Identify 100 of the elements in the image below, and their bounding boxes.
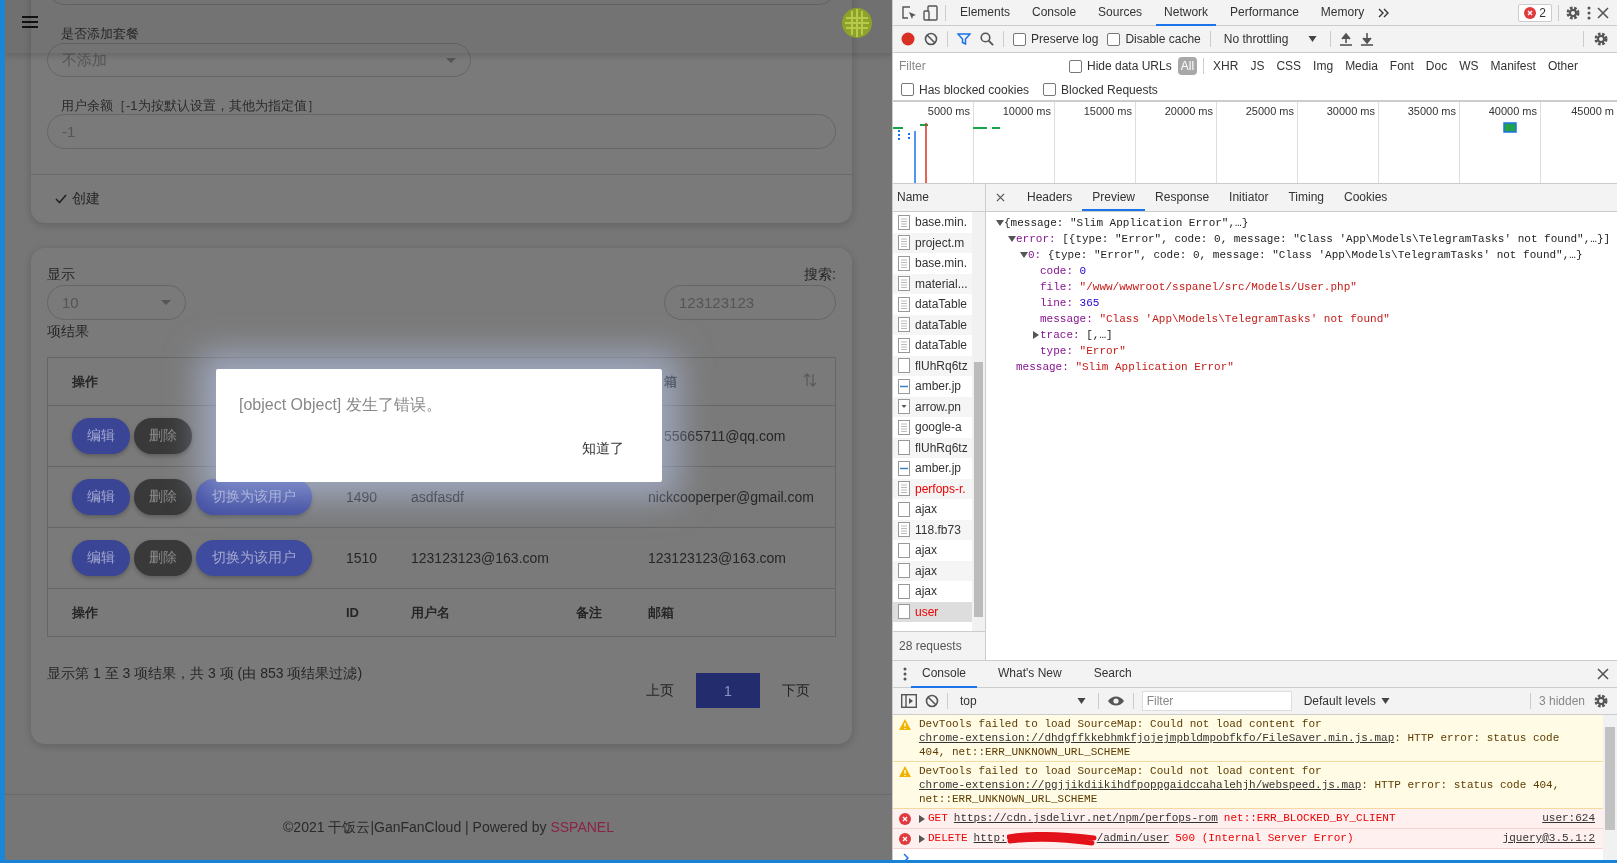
page-button[interactable]: 下页 [766, 673, 826, 708]
drawer-tab[interactable]: What's New [987, 660, 1073, 688]
page-button[interactable]: 1 [696, 673, 760, 708]
column-header[interactable]: 用户名 [387, 603, 552, 622]
column-header[interactable]: 操作 [48, 603, 322, 622]
expand-arrow-icon[interactable] [919, 815, 925, 823]
scrollbar[interactable] [1603, 715, 1617, 860]
source-link[interactable]: jquery@3.5.1:2 [1502, 831, 1595, 846]
edit-button[interactable]: 编辑 [72, 479, 130, 515]
toggle-arrow-icon[interactable] [1032, 331, 1040, 339]
checkbox[interactable] [1013, 32, 1026, 46]
request-row[interactable]: perfops-r. [893, 478, 972, 499]
console-link[interactable]: http: [973, 831, 1007, 846]
request-row[interactable]: base.min. [893, 253, 972, 274]
request-row[interactable]: material... [893, 273, 972, 294]
type-filter[interactable]: XHR [1210, 57, 1242, 75]
devtools-tab[interactable]: Console [1024, 0, 1085, 26]
menu-icon[interactable] [22, 16, 38, 28]
column-header[interactable]: Name [893, 184, 985, 212]
source-link[interactable]: user:624 [1542, 811, 1595, 826]
column-header[interactable]: 邮箱 [624, 603, 835, 622]
create-button[interactable]: 创建 [55, 190, 100, 208]
checkbox[interactable] [901, 83, 914, 96]
more-options-icon[interactable] [903, 667, 907, 681]
type-filter[interactable]: Font [1386, 57, 1417, 75]
device-icon[interactable] [923, 4, 939, 21]
close-icon[interactable] [996, 193, 1005, 202]
request-row[interactable]: dataTable [893, 294, 972, 315]
toggle-arrow-icon[interactable] [996, 219, 1004, 227]
column-header[interactable]: ID [322, 605, 387, 620]
type-filter[interactable]: WS [1456, 57, 1482, 75]
console-link[interactable]: /admin/user [1096, 831, 1170, 846]
console-link[interactable]: https://cdn.jsdelivr.net/npm/perfops-rom [953, 811, 1218, 826]
close-icon[interactable] [1597, 6, 1609, 19]
request-row[interactable]: amber.jp [893, 458, 972, 479]
type-filter[interactable]: Media [1342, 57, 1381, 75]
ok-button[interactable]: 知道了 [582, 440, 624, 458]
sidebar-icon[interactable] [901, 694, 917, 708]
detail-tab[interactable]: Initiator [1219, 184, 1279, 211]
devtools-tab[interactable]: Performance [1222, 0, 1307, 26]
prompt-icon[interactable] [903, 853, 909, 860]
console-link[interactable]: chrome-extension://pgjjikdiikihdfpoppgaidccahalehjh/webspeed.js.map [919, 779, 1362, 791]
request-row[interactable]: ajax [893, 499, 972, 520]
edit-button[interactable]: 编辑 [72, 540, 130, 576]
checkbox[interactable] [1043, 83, 1057, 96]
request-row[interactable]: project.m [893, 232, 972, 253]
download-icon[interactable] [1361, 32, 1374, 46]
type-filter[interactable]: Doc [1422, 57, 1451, 75]
request-row[interactable]: base.min. [893, 212, 972, 233]
search-icon[interactable] [980, 32, 994, 46]
clear-icon[interactable] [924, 32, 938, 46]
request-row[interactable]: 118.fb73 [893, 519, 972, 540]
toggle-arrow-icon[interactable] [1020, 251, 1028, 259]
throttling-select[interactable]: No throttling [1219, 32, 1322, 46]
type-filter[interactable]: Img [1310, 57, 1337, 75]
expand-arrow-icon[interactable] [919, 835, 925, 843]
request-row[interactable]: google-a [893, 417, 972, 438]
console-link[interactable]: chrome-extension://dhdgffkkebhmkfjojejmpbldmpobfkfo/FileSaver.min.js.map [919, 732, 1395, 744]
checkbox[interactable] [1107, 32, 1121, 46]
edit-button[interactable]: 编辑 [72, 418, 130, 454]
request-row[interactable]: ajax [893, 540, 972, 561]
request-row[interactable]: amber.jp [893, 376, 972, 397]
request-row[interactable]: ajax [893, 581, 972, 602]
type-filter[interactable]: JS [1247, 57, 1268, 75]
type-filter[interactable]: Manifest [1487, 57, 1539, 75]
devtools-tab[interactable]: Sources [1090, 0, 1151, 26]
devtools-tab[interactable]: Elements [952, 0, 1019, 26]
type-filter[interactable]: Other [1544, 57, 1581, 75]
filter-icon[interactable] [957, 33, 971, 45]
request-row[interactable]: arrow.pn [893, 396, 972, 417]
close-icon[interactable] [1597, 668, 1609, 680]
toggle-arrow-icon[interactable] [1008, 235, 1016, 243]
request-row[interactable]: dataTable [893, 335, 972, 356]
request-row[interactable]: flUhRq6tz [893, 355, 972, 376]
filter-field[interactable]: Filter [1141, 691, 1292, 711]
record-icon[interactable] [901, 32, 915, 46]
column-header[interactable]: 备注 [552, 603, 624, 622]
settings-icon[interactable] [1565, 4, 1581, 21]
settings-icon[interactable] [1593, 693, 1609, 709]
request-row[interactable]: flUhRq6tz [893, 437, 972, 458]
page-button[interactable]: 上页 [630, 673, 690, 708]
drawer-tab[interactable]: Search [1082, 660, 1143, 688]
more-options-icon[interactable] [1587, 5, 1591, 20]
detail-tab[interactable]: Cookies [1334, 184, 1398, 211]
more-tabs-icon[interactable] [1378, 7, 1391, 18]
settings-icon[interactable] [1593, 31, 1609, 47]
detail-tab[interactable]: Response [1145, 184, 1220, 211]
checkbox[interactable] [1069, 59, 1082, 73]
context-select[interactable]: top [956, 694, 1090, 708]
request-row[interactable]: ajax [893, 560, 972, 581]
type-filter[interactable]: CSS [1273, 57, 1305, 75]
scrollbar[interactable] [972, 212, 985, 631]
request-row[interactable]: dataTable [893, 314, 972, 335]
devtools-tab[interactable]: Memory [1312, 0, 1373, 26]
levels-select[interactable]: Default levels [1299, 694, 1394, 708]
upload-icon[interactable] [1340, 32, 1353, 46]
detail-tab[interactable]: Timing [1278, 184, 1334, 211]
clear-icon[interactable] [925, 694, 939, 708]
detail-tab[interactable]: Headers [1017, 184, 1083, 211]
inspect-icon[interactable] [901, 4, 917, 21]
